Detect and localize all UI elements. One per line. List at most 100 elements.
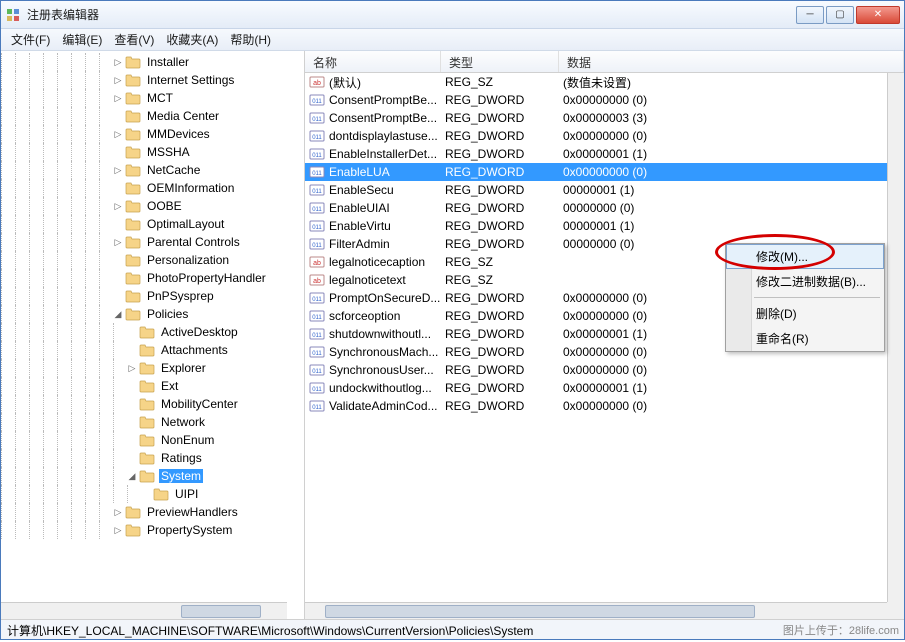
tree-item[interactable]: ▷Parental Controls	[1, 233, 304, 251]
value-row[interactable]: 011ValidateAdminCod...REG_DWORD0x0000000…	[305, 397, 887, 415]
value-row[interactable]: 011 undockwithoutlog...REG_DWORD0x0000000…	[305, 379, 887, 397]
column-type[interactable]: 类型	[441, 51, 559, 72]
tree-item[interactable]: ▷ PropertySystem	[1, 521, 304, 539]
maximize-button[interactable]: ▢	[826, 6, 854, 24]
value-row[interactable]: 011dontdisplaylastuse...REG_DWORD0x00000…	[305, 127, 887, 145]
tree-item[interactable]: ActiveDesktop	[1, 323, 304, 341]
tree-toggle-icon[interactable]: ▷	[127, 363, 137, 374]
tree-item[interactable]: ▷ MCT	[1, 89, 304, 107]
menu-view[interactable]: 查看(V)	[108, 29, 160, 50]
tree-toggle-icon[interactable]	[127, 327, 137, 337]
tree-toggle-icon[interactable]: ▷	[113, 129, 123, 140]
tree-scroll[interactable]: ▷Installer▷Internet Settings▷MCT Media C…	[1, 51, 304, 602]
value-row[interactable]: 011EnableLUAREG_DWORD0x00000000 (0)	[305, 163, 887, 181]
tree-item[interactable]: Media Center	[1, 107, 304, 125]
tree-item[interactable]: PnPSysprep	[1, 287, 304, 305]
tree-item[interactable]: Attachments	[1, 341, 304, 359]
tree-toggle-icon[interactable]	[113, 147, 123, 157]
tree-toggle-icon[interactable]	[113, 219, 123, 229]
tree-label: MCT	[145, 91, 175, 105]
tree-item[interactable]: Personalization	[1, 251, 304, 269]
menu-help[interactable]: 帮助(H)	[224, 29, 277, 50]
titlebar[interactable]: 注册表编辑器 ─ ▢ ✕	[1, 1, 904, 29]
tree-item[interactable]: ▷Installer	[1, 53, 304, 71]
tree-toggle-icon[interactable]	[127, 399, 137, 409]
column-name[interactable]: 名称	[305, 51, 441, 72]
tree-toggle-icon[interactable]: ◢	[127, 471, 137, 482]
tree-item[interactable]: ▷Explorer	[1, 359, 304, 377]
list-vertical-scrollbar[interactable]	[887, 73, 904, 602]
tree-toggle-icon[interactable]	[113, 273, 123, 283]
tree-toggle-icon[interactable]	[127, 345, 137, 355]
value-row[interactable]: 011EnableUIAIREG_DWORD00000000 (0)	[305, 199, 887, 217]
tree-toggle-icon[interactable]: ▷	[113, 525, 123, 536]
scroll-thumb[interactable]	[181, 605, 261, 618]
context-menu-rename[interactable]: 重命名(R)	[726, 326, 884, 351]
tree-item[interactable]: NonEnum	[1, 431, 304, 449]
column-data[interactable]: 数据	[559, 51, 904, 72]
tree-toggle-icon[interactable]: ▷	[113, 165, 123, 176]
tree-item[interactable]: ◢Policies	[1, 305, 304, 323]
tree-toggle-icon[interactable]	[127, 453, 137, 463]
value-row[interactable]: ab(默认)REG_SZ(数值未设置)	[305, 73, 887, 91]
tree-item[interactable]: Network	[1, 413, 304, 431]
tree-toggle-icon[interactable]	[127, 417, 137, 427]
tree-item[interactable]: ▷Internet Settings	[1, 71, 304, 89]
context-menu-modify-binary[interactable]: 修改二进制数据(B)...	[726, 269, 884, 294]
tree-toggle-icon[interactable]: ▷	[113, 57, 123, 68]
tree-toggle-icon[interactable]	[113, 111, 123, 121]
tree-label: NetCache	[145, 163, 202, 177]
tree-horizontal-scrollbar[interactable]	[1, 602, 287, 619]
tree-item[interactable]: ▷OOBE	[1, 197, 304, 215]
close-button[interactable]: ✕	[856, 6, 900, 24]
menu-file[interactable]: 文件(F)	[5, 29, 56, 50]
tree-toggle-icon[interactable]: ▷	[113, 201, 123, 212]
tree-toggle-icon[interactable]: ▷	[113, 93, 123, 104]
tree-label: Network	[159, 415, 207, 429]
tree-item[interactable]: PhotoPropertyHandler	[1, 269, 304, 287]
value-row[interactable]: 011EnableInstallerDet...REG_DWORD0x00000…	[305, 145, 887, 163]
tree-item[interactable]: OptimalLayout	[1, 215, 304, 233]
context-menu-modify[interactable]: 修改(M)...	[726, 244, 884, 269]
tree-item[interactable]: ◢System	[1, 467, 304, 485]
tree-item[interactable]: ▷ NetCache	[1, 161, 304, 179]
tree-label: PropertySystem	[145, 523, 234, 537]
tree-item[interactable]: MSSHA	[1, 143, 304, 161]
tree-toggle-icon[interactable]	[113, 255, 123, 265]
value-data: 0x00000001 (1)	[563, 381, 887, 395]
tree-item[interactable]: MobilityCenter	[1, 395, 304, 413]
value-type: REG_SZ	[445, 273, 563, 287]
tree-label: OptimalLayout	[145, 217, 226, 231]
tree-label: MMDevices	[145, 127, 212, 141]
tree-item[interactable]: ▷PreviewHandlers	[1, 503, 304, 521]
value-row[interactable]: 011SynchronousUser...REG_DWORD0x00000000…	[305, 361, 887, 379]
tree-toggle-icon[interactable]: ▷	[113, 507, 123, 518]
minimize-button[interactable]: ─	[796, 6, 824, 24]
tree-toggle-icon[interactable]	[113, 183, 123, 193]
value-row[interactable]: 011ConsentPromptBe...REG_DWORD0x00000000…	[305, 91, 887, 109]
list-horizontal-scrollbar[interactable]	[305, 602, 887, 619]
tree-toggle-icon[interactable]: ▷	[113, 75, 123, 86]
tree-item[interactable]: Ext	[1, 377, 304, 395]
context-menu-delete[interactable]: 删除(D)	[726, 301, 884, 326]
svg-text:011: 011	[312, 369, 322, 375]
tree-toggle-icon[interactable]	[127, 435, 137, 445]
tree-toggle-icon[interactable]	[127, 381, 137, 391]
tree-item[interactable]: Ratings	[1, 449, 304, 467]
value-row[interactable]: 011EnableSecuREG_DWORD00000001 (1)	[305, 181, 887, 199]
tree-item[interactable]: UIPI	[1, 485, 304, 503]
scroll-thumb[interactable]	[325, 605, 755, 618]
tree-toggle-icon[interactable]: ▷	[113, 237, 123, 248]
tree-item[interactable]: OEMInformation	[1, 179, 304, 197]
value-name: undockwithoutlog...	[329, 381, 445, 395]
svg-text:011: 011	[312, 387, 322, 393]
value-type: REG_DWORD	[445, 381, 563, 395]
value-row[interactable]: 011ConsentPromptBe...REG_DWORD0x00000003…	[305, 109, 887, 127]
tree-toggle-icon[interactable]	[141, 489, 151, 499]
tree-toggle-icon[interactable]: ◢	[113, 309, 123, 320]
menu-edit[interactable]: 编辑(E)	[56, 29, 108, 50]
value-row[interactable]: 011EnableVirtuREG_DWORD00000001 (1)	[305, 217, 887, 235]
tree-toggle-icon[interactable]	[113, 291, 123, 301]
menu-favorites[interactable]: 收藏夹(A)	[160, 29, 224, 50]
tree-item[interactable]: ▷ MMDevices	[1, 125, 304, 143]
